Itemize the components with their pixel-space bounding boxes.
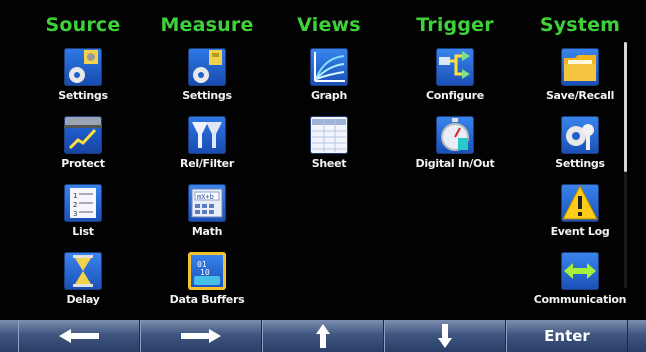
trigger-digitalio-button[interactable]: Digital In/Out [400, 116, 510, 170]
measure-databuffers-label: Data Buffers [169, 293, 245, 306]
math-icon: mX+b [188, 184, 226, 222]
svg-text:mX+b: mX+b [197, 193, 214, 201]
measure-settings-button[interactable]: Settings [152, 48, 262, 102]
trigger-configure-icon [436, 48, 474, 86]
column-heading-system: System [539, 14, 621, 36]
measure-settings-icon [188, 48, 226, 86]
up-arrow-button[interactable] [262, 320, 384, 352]
source-settings-label: Settings [58, 89, 108, 102]
svg-text:2: 2 [73, 201, 77, 209]
views-graph-label: Graph [310, 89, 348, 102]
down-arrow-button[interactable] [384, 320, 506, 352]
arrow-down-icon [438, 324, 452, 348]
arrow-left-icon [59, 329, 99, 343]
graph-icon [310, 48, 348, 86]
list-icon: 1 2 3 [64, 184, 102, 222]
column-heading-source: Source [45, 14, 121, 36]
source-protect-label: Protect [61, 157, 105, 170]
data-buffers-icon: 01 10 [188, 252, 226, 290]
main-menu-screen: Source Measure Views Trigger System Sett… [0, 0, 646, 352]
system-eventlog-button[interactable]: Event Log [525, 184, 635, 238]
system-eventlog-label: Event Log [550, 225, 610, 238]
svg-text:3: 3 [73, 210, 77, 218]
source-delay-button[interactable]: Delay [28, 252, 138, 306]
folder-icon [561, 48, 599, 86]
arrow-up-icon [316, 324, 330, 348]
enter-button[interactable]: Enter [506, 320, 628, 352]
measure-relfilter-button[interactable]: Rel/Filter [152, 116, 262, 170]
left-arrow-button[interactable] [18, 320, 140, 352]
source-delay-label: Delay [66, 293, 100, 306]
sheet-icon [310, 116, 348, 154]
source-protect-button[interactable]: Protect [28, 116, 138, 170]
measure-relfilter-label: Rel/Filter [180, 157, 234, 170]
hourglass-icon [64, 252, 102, 290]
views-graph-button[interactable]: Graph [274, 48, 384, 102]
svg-text:1: 1 [73, 192, 77, 200]
measure-settings-label: Settings [182, 89, 232, 102]
arrow-right-icon [181, 329, 221, 343]
source-settings-button[interactable]: Settings [28, 48, 138, 102]
column-heading-views: Views [297, 14, 361, 36]
measure-math-button[interactable]: mX+b Math [152, 184, 262, 238]
measure-databuffers-button[interactable]: 01 10 Data Buffers [152, 252, 262, 306]
trigger-configure-label: Configure [426, 89, 484, 102]
system-saverecall-label: Save/Recall [545, 89, 615, 102]
stopwatch-icon [436, 116, 474, 154]
system-settings-icon [561, 116, 599, 154]
right-arrow-button[interactable] [140, 320, 262, 352]
system-saverecall-button[interactable]: Save/Recall [525, 48, 635, 102]
protect-icon [64, 116, 102, 154]
source-list-label: List [72, 225, 94, 238]
scrollbar-thumb[interactable] [624, 42, 627, 172]
filter-icon [188, 116, 226, 154]
views-sheet-button[interactable]: Sheet [274, 116, 384, 170]
column-heading-trigger: Trigger [416, 14, 494, 36]
system-communication-label: Communication [533, 293, 627, 306]
column-heading-measure: Measure [160, 14, 254, 36]
trigger-configure-button[interactable]: Configure [400, 48, 510, 102]
system-settings-button[interactable]: Settings [525, 116, 635, 170]
system-settings-label: Settings [555, 157, 605, 170]
views-sheet-label: Sheet [311, 157, 347, 170]
double-arrow-icon [561, 252, 599, 290]
source-settings-icon [64, 48, 102, 86]
svg-text:10: 10 [200, 268, 210, 277]
measure-math-label: Math [191, 225, 223, 238]
trigger-digitalio-label: Digital In/Out [415, 157, 495, 170]
system-communication-button[interactable]: Communication [525, 252, 635, 306]
enter-button-label: Enter [544, 327, 590, 345]
warning-icon [561, 184, 599, 222]
source-list-button[interactable]: 1 2 3 List [28, 184, 138, 238]
